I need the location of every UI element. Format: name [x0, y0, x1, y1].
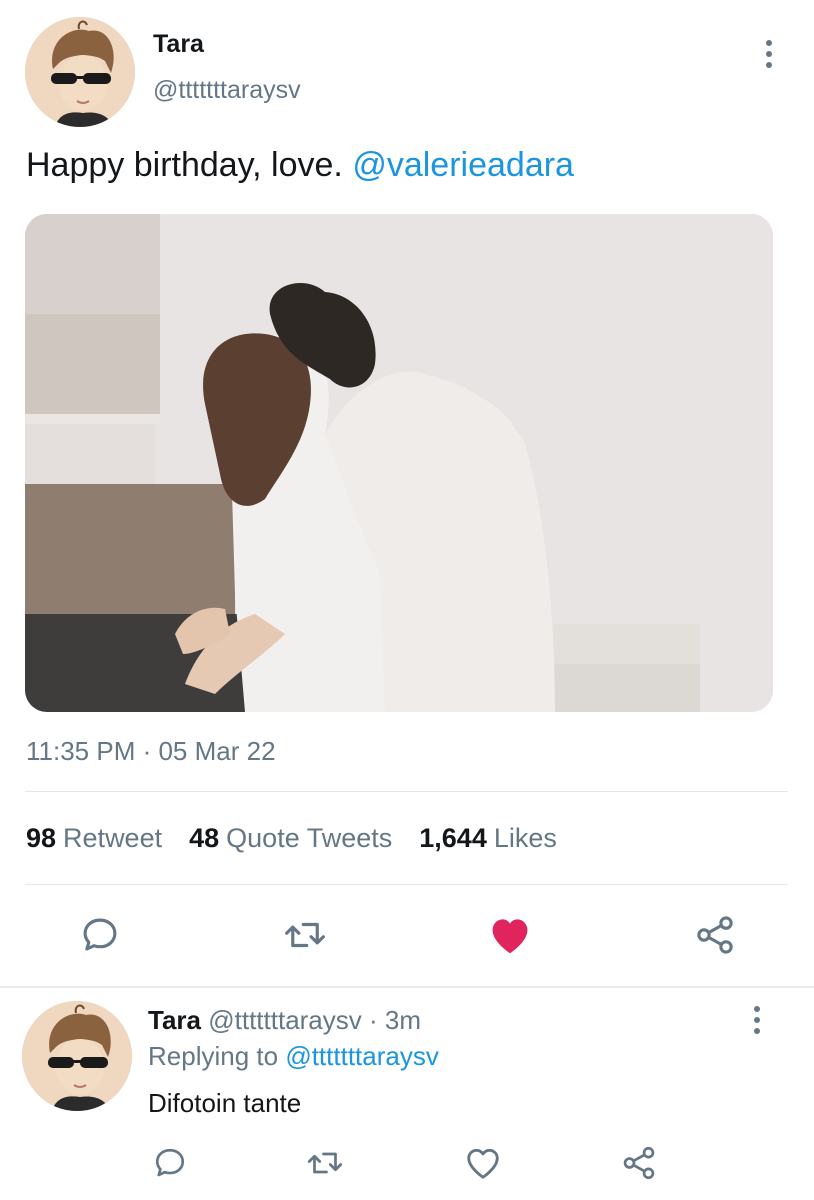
reply-icon[interactable] [145, 1138, 195, 1188]
heart-filled-icon[interactable] [485, 910, 535, 960]
divider [25, 791, 788, 792]
replying-to-link[interactable]: @tttttttaraysv [285, 1041, 439, 1071]
avatar-portrait-icon [22, 1001, 132, 1111]
avatar-portrait-icon [25, 17, 135, 127]
section-separator [0, 986, 814, 988]
retweet-count[interactable]: 98 Retweet [26, 823, 162, 854]
reply-author-avatar[interactable] [22, 1001, 132, 1111]
share-icon[interactable] [690, 910, 740, 960]
author-avatar[interactable] [25, 17, 135, 127]
like-count[interactable]: 1,644 Likes [419, 823, 557, 854]
reply-text: Difotoin tante [148, 1088, 302, 1118]
reply-header: Tara @tttttttaraysv · 3m [148, 1005, 421, 1036]
reply-age: · 3m [369, 1005, 422, 1035]
quote-count[interactable]: 48 Quote Tweets [189, 823, 392, 854]
replying-to-line: Replying to @tttttttaraysv [148, 1041, 439, 1072]
tweet-timestamp[interactable]: 11:35 PM · 05 Mar 22 [26, 736, 276, 767]
reply-author-handle[interactable]: @tttttttaraysv [208, 1005, 362, 1035]
retweet-icon[interactable] [280, 910, 330, 960]
tweet-stats: 98 Retweet 48 Quote Tweets 1,644 Likes [26, 823, 584, 854]
tweet-body: Happy birthday, love. [26, 146, 343, 184]
author-name[interactable]: Tara [153, 30, 204, 59]
author-handle[interactable]: @tttttttaraysv [153, 76, 301, 105]
replying-to-label: Replying to [148, 1041, 279, 1071]
share-icon[interactable] [614, 1138, 664, 1188]
reply-author-name[interactable]: Tara [148, 1005, 201, 1035]
heart-icon[interactable] [458, 1138, 508, 1188]
photo-image [25, 214, 773, 712]
tweet-text: Happy birthday, love. @valerieadara [26, 146, 574, 185]
retweet-icon[interactable] [300, 1138, 350, 1188]
divider [25, 884, 788, 885]
reply-icon[interactable] [75, 910, 125, 960]
reply-more-options-icon[interactable] [742, 1000, 772, 1040]
tweet-photo[interactable] [25, 214, 773, 712]
tweet-mention-link[interactable]: @valerieadara [352, 146, 574, 184]
more-options-icon[interactable] [754, 34, 784, 74]
